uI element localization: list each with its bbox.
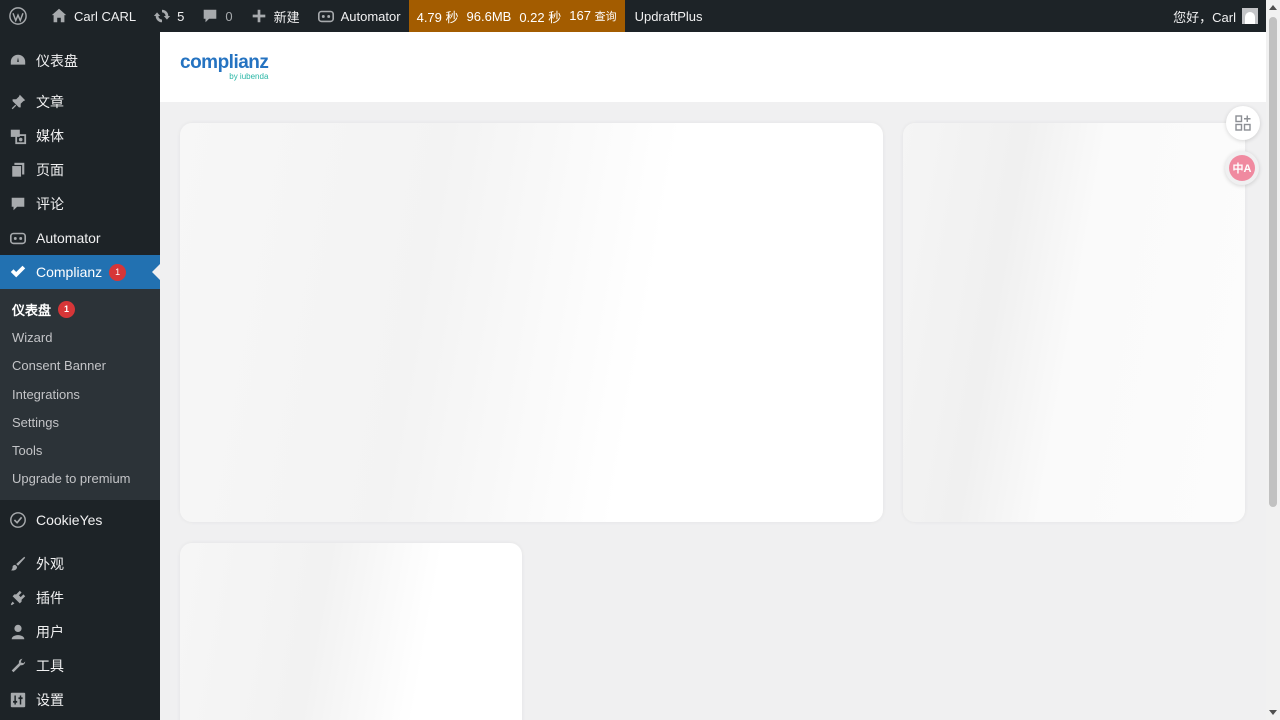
updraftplus-link[interactable]: UpdraftPlus: [625, 0, 711, 32]
notification-badge: 1: [58, 300, 76, 318]
sidebar-item-plugins[interactable]: 插件: [0, 581, 160, 615]
translate-icon: 中A: [1229, 155, 1255, 181]
page-scrollbar[interactable]: [1266, 0, 1280, 720]
query-count: 167 查询: [569, 8, 617, 23]
settings-icon: [8, 690, 28, 710]
sidebar-item-pages[interactable]: 页面: [0, 153, 160, 187]
submenu-item-consent-banner[interactable]: Consent Banner: [0, 352, 160, 380]
updraftplus-label: UpdraftPlus: [634, 8, 703, 24]
dashboard-card-documents: [903, 123, 1245, 522]
automator-icon: [316, 6, 336, 26]
admin-sidebar: 仪表盘 文章 媒体 页面 评论 Automator Complianz 1 仪表…: [0, 32, 160, 720]
scroll-up-arrow[interactable]: [1269, 5, 1277, 10]
automator-icon: [8, 228, 28, 248]
page-icon: [8, 160, 28, 180]
submenu-item-tools[interactable]: Tools: [0, 436, 160, 464]
checkmark-icon: [8, 262, 28, 282]
sidebar-item-complianz[interactable]: Complianz 1: [0, 255, 160, 289]
dashboard-icon: [8, 51, 28, 71]
admin-bar: Carl CARL 5 0 新建 Automator 4.79 秒 96.6MB…: [0, 0, 1266, 32]
updates-link[interactable]: 5: [144, 0, 192, 32]
translate-button[interactable]: 中A: [1225, 151, 1259, 185]
sidebar-item-automator[interactable]: Automator: [0, 221, 160, 255]
updates-count: 5: [177, 8, 185, 24]
user-icon: [8, 622, 28, 642]
complianz-submenu: 仪表盘 1 Wizard Consent Banner Integrations…: [0, 289, 160, 501]
page-memory: 96.6MB: [466, 8, 512, 24]
grid-tool-button[interactable]: [1226, 106, 1260, 140]
sidebar-item-appearance[interactable]: 外观: [0, 547, 160, 581]
new-content-link[interactable]: 新建: [241, 0, 308, 32]
sidebar-item-comments[interactable]: 评论: [0, 187, 160, 221]
media-icon: [8, 126, 28, 146]
greeting: 您好，Carl: [1173, 9, 1236, 25]
sidebar-item-dashboard[interactable]: 仪表盘: [0, 38, 160, 83]
automator-label: Automator: [340, 8, 401, 24]
new-label: 新建: [273, 9, 300, 25]
plugin-icon: [8, 588, 28, 608]
avatar: [1242, 8, 1258, 24]
grid-add-icon: [1235, 115, 1251, 131]
wrench-icon: [8, 656, 28, 676]
sidebar-item-tools[interactable]: 工具: [0, 649, 160, 683]
brush-icon: [8, 554, 28, 574]
db-time: 0.22 秒: [519, 9, 562, 25]
wp-logo-menu[interactable]: [0, 0, 41, 32]
page-time: 4.79 秒: [416, 9, 459, 25]
submenu-item-settings[interactable]: Settings: [0, 408, 160, 436]
dashboard-card-progress: [180, 123, 883, 522]
pin-icon: [8, 92, 28, 112]
notification-badge: 1: [109, 263, 127, 281]
submenu-item-integrations[interactable]: Integrations: [0, 380, 160, 408]
sidebar-item-posts[interactable]: 文章: [0, 85, 160, 119]
comments-count: 0: [225, 8, 233, 24]
my-account-link[interactable]: 您好，Carl: [1173, 7, 1266, 26]
submenu-item-dashboard[interactable]: 仪表盘 1: [0, 295, 160, 323]
site-name: Carl CARL: [74, 8, 137, 24]
comment-icon: [200, 6, 220, 26]
comments-link[interactable]: 0: [192, 0, 240, 32]
cookie-icon: [8, 510, 28, 530]
complianz-header: complianz by iubenda: [160, 32, 1266, 102]
submenu-item-upgrade[interactable]: Upgrade to premium: [0, 465, 160, 493]
comment-icon: [8, 194, 28, 214]
sidebar-item-users[interactable]: 用户: [0, 615, 160, 649]
wordpress-icon: [8, 6, 28, 26]
query-monitor-link[interactable]: 4.79 秒 96.6MB 0.22 秒 167 查询: [408, 0, 625, 32]
scrollbar-thumb[interactable]: [1269, 17, 1277, 507]
sidebar-item-cookieyes[interactable]: CookieYes: [0, 503, 160, 537]
complianz-logo[interactable]: complianz by iubenda: [180, 53, 269, 81]
automator-link[interactable]: Automator: [308, 0, 409, 32]
refresh-icon: [152, 6, 172, 26]
scroll-down-arrow[interactable]: [1269, 710, 1277, 715]
sidebar-item-media[interactable]: 媒体: [0, 119, 160, 153]
home-icon: [49, 6, 69, 26]
site-name-link[interactable]: Carl CARL: [41, 0, 144, 32]
submenu-item-wizard[interactable]: Wizard: [0, 323, 160, 351]
plus-icon: [249, 6, 269, 26]
main-content: complianz by iubenda: [160, 32, 1266, 720]
sidebar-item-settings[interactable]: 设置: [0, 683, 160, 717]
dashboard-card-tools: [180, 543, 522, 720]
